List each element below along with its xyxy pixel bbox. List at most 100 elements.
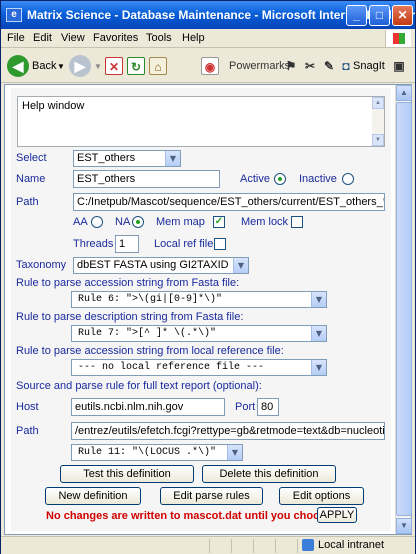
aa-label: AA	[73, 216, 88, 228]
status-seg-4	[275, 539, 297, 553]
ie-icon: e	[6, 8, 22, 22]
help-text: Help window	[22, 100, 85, 112]
memlock-checkbox[interactable]	[291, 216, 303, 228]
scroll-up-icon[interactable]: ▲	[372, 97, 384, 109]
scroll-down-icon[interactable]: ▼	[396, 518, 412, 534]
status-seg-3	[253, 539, 275, 553]
menu-help[interactable]: Help	[182, 32, 205, 44]
help-scrollbar[interactable]: ▲ ▼	[372, 97, 384, 146]
chevron-down-icon[interactable]: ▼	[233, 258, 248, 273]
title-bar: e Matrix Science - Database Maintenance …	[1, 1, 415, 29]
snagit-icon[interactable]: ◘	[339, 57, 353, 75]
new-definition-button[interactable]: New definition	[45, 487, 141, 505]
snagit-label[interactable]: SnagIt	[353, 60, 385, 72]
camera-icon[interactable]: ▣	[390, 57, 408, 75]
rule-localref-value: --- no local reference file ---	[78, 362, 265, 373]
rule-description-label: Rule to parse description string from Fa…	[16, 311, 244, 323]
localref-checkbox[interactable]	[214, 238, 226, 250]
apply-button[interactable]: APPLY	[317, 507, 357, 523]
scroll-down-icon[interactable]: ▼	[372, 134, 384, 146]
database-select[interactable]: EST_others ▼	[73, 150, 181, 167]
rule-accession-label: Rule to parse accession string from Fast…	[16, 277, 240, 289]
browser-window: e Matrix Science - Database Maintenance …	[0, 0, 416, 554]
name-label: Name	[16, 173, 46, 185]
close-button[interactable]: ✕	[392, 5, 413, 26]
select-label: Select	[16, 152, 47, 164]
host-field[interactable]: eutils.ncbi.nlm.nih.gov	[71, 398, 225, 416]
report-path-field[interactable]: /entrez/eutils/efetch.fcgi?rettype=gb&re…	[71, 422, 385, 440]
chevron-down-icon[interactable]: ▼	[311, 360, 326, 375]
rule-localref-label: Rule to parse accession string from loca…	[16, 345, 284, 357]
host-label: Host	[16, 401, 39, 413]
name-field[interactable]: EST_others	[73, 170, 220, 188]
maximize-button[interactable]: □	[369, 5, 390, 26]
refresh-icon[interactable]: ↻	[127, 57, 145, 75]
threads-label: Threads	[73, 238, 114, 250]
inactive-label: Inactive	[299, 173, 337, 185]
port-field[interactable]: 80	[257, 398, 279, 416]
chevron-down-icon[interactable]: ▼	[165, 151, 180, 166]
database-select-value: EST_others	[77, 152, 136, 164]
forward-arrow-icon[interactable]: ▶	[69, 55, 91, 77]
rule-fulltext-select[interactable]: Rule 11: "\(LOCUS .*\)" ▼	[71, 444, 243, 461]
chevron-down-icon[interactable]: ▼	[227, 445, 242, 460]
active-label: Active	[240, 173, 270, 185]
edit-parse-rules-button[interactable]: Edit parse rules	[160, 487, 263, 505]
intranet-icon	[302, 539, 314, 551]
source-label: Source and parse rule for full text repo…	[16, 380, 262, 392]
edit-options-button[interactable]: Edit options	[279, 487, 364, 505]
port-label: Port	[235, 401, 256, 413]
scroll-thumb[interactable]	[396, 102, 412, 516]
menu-edit[interactable]: Edit	[33, 32, 52, 44]
stop-icon[interactable]: ✕	[105, 57, 123, 75]
windows-flag-icon	[385, 30, 411, 47]
na-radio[interactable]	[132, 216, 144, 228]
status-seg-1	[209, 539, 231, 553]
back-dropdown-icon[interactable]: ▼	[57, 62, 65, 71]
chevron-down-icon[interactable]: ▼	[311, 326, 326, 341]
minimize-button[interactable]: _	[346, 5, 367, 26]
taxonomy-label: Taxonomy	[16, 259, 67, 271]
rule-accession-select[interactable]: Rule 6: ">\(gi|[0-9]*\)" ▼	[71, 291, 327, 308]
taxonomy-select[interactable]: dbEST FASTA using GI2TAXID ▼	[73, 257, 249, 274]
page-viewport: Help window ▲ ▼ Select EST_others ▼ Name…	[4, 84, 412, 535]
help-window[interactable]: Help window ▲ ▼	[17, 96, 385, 147]
page-scrollbar[interactable]: ▲ ▼	[395, 85, 412, 534]
na-label: NA	[115, 216, 131, 228]
path-field[interactable]: C:/Inetpub/Mascot/sequence/EST_others/cu…	[73, 193, 385, 211]
status-zone: Local intranet	[318, 539, 385, 551]
forward-dropdown-icon[interactable]: ▼	[94, 62, 102, 71]
aa-radio[interactable]	[91, 216, 103, 228]
tool-icon-3[interactable]: ✎	[320, 57, 338, 75]
powermarks-label[interactable]: Powermarks	[229, 60, 290, 72]
status-seg-2	[231, 539, 253, 553]
rule-description-select[interactable]: Rule 7: ">[^ ]* \(.*\)" ▼	[71, 325, 327, 342]
powermarks-icon[interactable]: ◉	[201, 57, 219, 75]
menu-favorites[interactable]: Favorites	[93, 32, 138, 44]
taxonomy-select-value: dbEST FASTA using GI2TAXID	[77, 259, 229, 271]
active-radio[interactable]	[274, 173, 286, 185]
test-definition-button[interactable]: Test this definition	[60, 465, 194, 483]
inactive-radio[interactable]	[342, 173, 354, 185]
tool-icon-1[interactable]: ⚑	[282, 57, 300, 75]
back-arrow-icon[interactable]: ◀	[7, 55, 29, 77]
notice-text: No changes are written to mascot.dat unt…	[46, 510, 336, 522]
memmap-checkbox[interactable]: ✓	[213, 216, 225, 228]
rule-accession-value: Rule 6: ">\(gi|[0-9]*\)"	[78, 294, 223, 305]
home-icon[interactable]: ⌂	[149, 57, 167, 75]
threads-field[interactable]: 1	[115, 235, 139, 253]
toolbar: ◀ Back ▼ ▶ ▼ ✕ ↻ ⌂ ◉ Powermarks ⚑ ✂ ✎ ◘ …	[1, 49, 415, 83]
path-label: Path	[16, 196, 39, 208]
back-button[interactable]: Back	[32, 60, 56, 72]
delete-definition-button[interactable]: Delete this definition	[202, 465, 336, 483]
chevron-down-icon[interactable]: ▼	[311, 292, 326, 307]
scroll-up-icon[interactable]: ▲	[396, 85, 412, 101]
database-form: Help window ▲ ▼ Select EST_others ▼ Name…	[11, 88, 391, 531]
tool-icon-2[interactable]: ✂	[301, 57, 319, 75]
menu-view[interactable]: View	[61, 32, 85, 44]
rule-localref-select[interactable]: --- no local reference file --- ▼	[71, 359, 327, 376]
menu-file[interactable]: File	[7, 32, 25, 44]
rule-description-value: Rule 7: ">[^ ]* \(.*\)"	[78, 328, 217, 339]
status-bar: Local intranet	[1, 536, 415, 554]
menu-tools[interactable]: Tools	[146, 32, 172, 44]
